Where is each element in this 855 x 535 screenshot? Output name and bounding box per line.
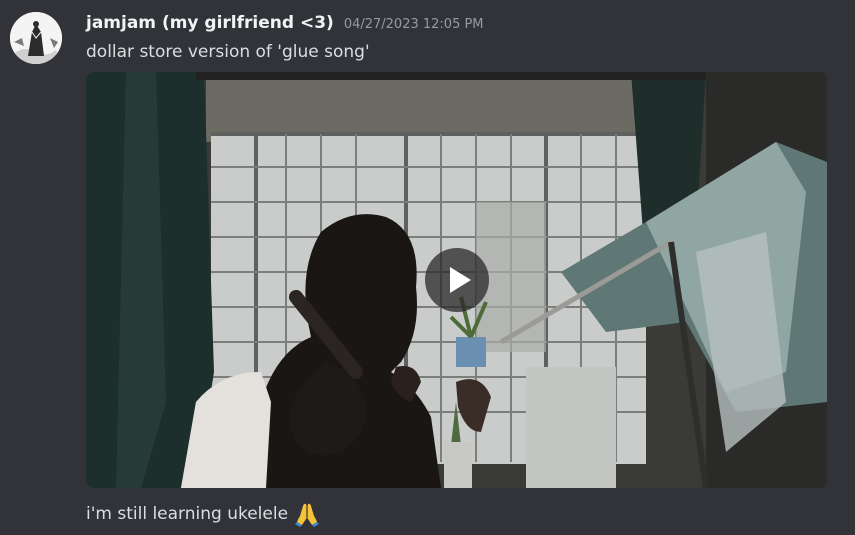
folded-hands-icon[interactable]	[294, 501, 320, 527]
video-attachment[interactable]	[86, 72, 827, 488]
username[interactable]: jamjam (my girlfriend <3)	[86, 13, 334, 33]
chat-message: jamjam (my girlfriend <3) 04/27/2023 12:…	[0, 0, 855, 535]
message-text-followup: i'm still learning ukelele	[86, 501, 320, 527]
timestamp[interactable]: 04/27/2023 12:05 PM	[344, 17, 484, 32]
user-avatar[interactable]	[10, 12, 62, 64]
message-text: dollar store version of 'glue song'	[86, 42, 370, 62]
play-button[interactable]	[425, 248, 489, 312]
play-icon	[450, 267, 471, 293]
message-header: jamjam (my girlfriend <3) 04/27/2023 12:…	[86, 13, 484, 37]
message-followup-text: i'm still learning ukelele	[86, 504, 289, 524]
